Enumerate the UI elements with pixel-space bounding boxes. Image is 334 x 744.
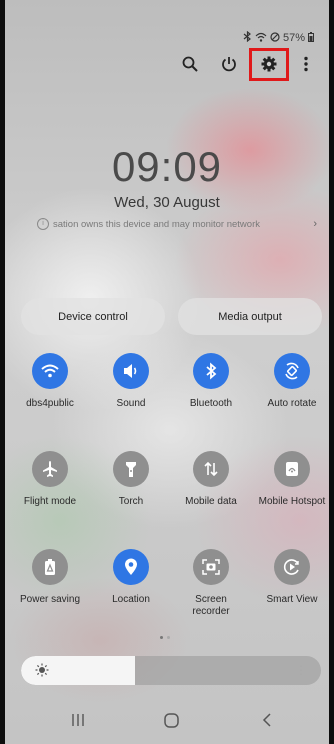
airplane-icon <box>32 451 68 487</box>
device-monitoring-notice[interactable]: i sation owns this device and may monito… <box>37 218 317 230</box>
tile-bluetooth[interactable]: Bluetooth <box>176 353 246 410</box>
do-not-disturb-icon <box>270 31 280 45</box>
navigation-bar <box>0 713 334 743</box>
brightness-options-icon[interactable]: ⋮ <box>295 663 307 677</box>
search-icon[interactable] <box>179 53 201 75</box>
smart-view-icon <box>274 549 310 585</box>
back-icon[interactable] <box>262 713 272 732</box>
tile-label: Flight mode <box>23 496 77 507</box>
bluetooth-icon <box>193 353 229 389</box>
auto-rotate-icon <box>274 353 310 389</box>
page-dot-active <box>160 636 163 639</box>
wifi-icon <box>255 32 267 45</box>
tile-label: Screen recorder <box>192 594 230 617</box>
screen-frame-right <box>329 0 334 744</box>
status-bar: 57% <box>243 30 314 45</box>
battery-percent: 57% <box>282 32 305 44</box>
screen-frame-left <box>0 0 5 744</box>
tile-flight-mode[interactable]: Flight mode <box>15 451 85 508</box>
tile-mobile-hotspot[interactable]: Mobile Hotspot <box>257 451 327 508</box>
tile-wifi[interactable]: dbs4public <box>15 353 85 410</box>
mobile-data-icon <box>193 451 229 487</box>
tile-label: Mobile Hotspot <box>258 496 326 507</box>
tile-label: Auto rotate <box>267 398 317 409</box>
media-output-button[interactable]: Media output <box>178 298 322 335</box>
tile-label: Bluetooth <box>189 398 233 409</box>
power-saving-icon <box>32 549 68 585</box>
home-icon[interactable] <box>164 713 179 733</box>
tile-screen-recorder[interactable]: Screen recorder <box>176 549 246 618</box>
page-dot-inactive <box>167 636 170 639</box>
tile-mobile-data[interactable]: Mobile data <box>176 451 246 508</box>
sound-icon <box>113 353 149 389</box>
tile-torch[interactable]: Torch <box>96 451 166 508</box>
tile-smart-view[interactable]: Smart View <box>257 549 327 606</box>
bluetooth-icon <box>243 30 252 45</box>
tile-label: dbs4public <box>26 398 74 409</box>
tile-label: Smart View <box>266 594 318 605</box>
clock-date[interactable]: Wed, 30 August <box>0 194 334 211</box>
tile-location[interactable]: Location <box>96 549 166 606</box>
power-icon[interactable] <box>218 53 240 75</box>
hotspot-icon <box>274 451 310 487</box>
location-icon <box>113 549 149 585</box>
tile-label: Sound <box>116 398 146 409</box>
chevron-right-icon: › <box>313 218 317 230</box>
notice-text: sation owns this device and may monitor … <box>53 218 260 230</box>
recent-apps-icon[interactable] <box>71 713 85 732</box>
device-control-button[interactable]: Device control <box>21 298 165 335</box>
wifi-icon <box>32 353 68 389</box>
brightness-slider[interactable]: ⋮ <box>21 656 321 685</box>
tile-sound[interactable]: Sound <box>96 353 166 410</box>
torch-icon <box>113 451 149 487</box>
tile-auto-rotate[interactable]: Auto rotate <box>257 353 327 410</box>
tile-label: Location <box>112 594 150 605</box>
screen-recorder-icon <box>193 549 229 585</box>
tile-power-saving[interactable]: Power saving <box>15 549 85 606</box>
page-indicator <box>160 636 170 639</box>
info-icon: i <box>37 218 49 230</box>
battery-icon <box>308 31 314 45</box>
tile-label: Torch <box>118 496 144 507</box>
settings-highlight-box <box>249 48 289 81</box>
clock-time: 09:09 <box>111 143 223 190</box>
tile-label: Power saving <box>19 594 81 605</box>
more-options-icon[interactable] <box>295 53 317 75</box>
brightness-sun-icon <box>35 663 49 677</box>
tile-label: Mobile data <box>185 496 237 507</box>
